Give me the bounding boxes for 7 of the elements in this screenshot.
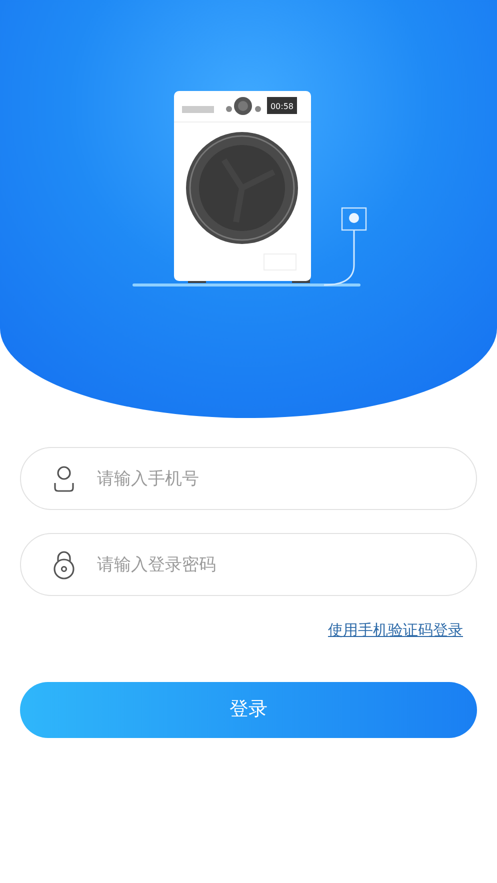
user-icon [52,464,76,492]
login-button[interactable]: 登录 [20,682,477,738]
sms-login-link[interactable]: 使用手机验证码登录 [328,619,463,642]
display-text: 00:58 [270,102,294,111]
lock-icon [52,550,76,580]
password-field[interactable]: 请输入登录密码 [20,533,477,596]
phone-field[interactable]: 请输入手机号 [20,447,477,510]
